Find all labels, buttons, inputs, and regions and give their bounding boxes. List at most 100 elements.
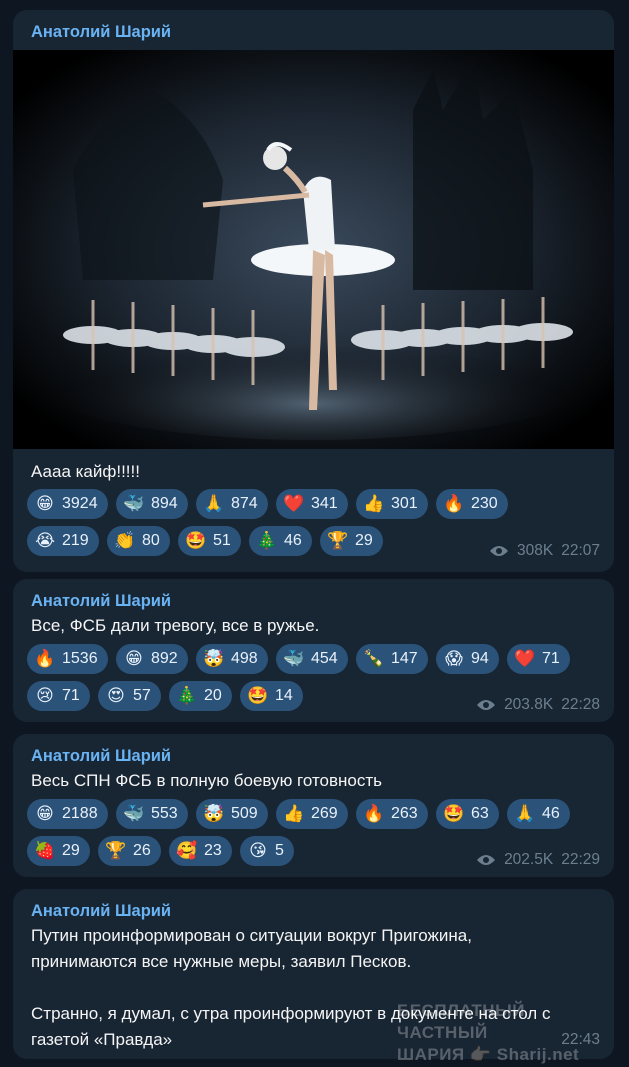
views-count: 202.5K — [504, 851, 554, 868]
reaction-whale[interactable]: 🐳 454 — [276, 644, 348, 674]
reaction-count: 301 — [391, 495, 418, 512]
crying-icon: 😭 — [35, 531, 55, 550]
fire-icon: 🔥 — [443, 494, 465, 513]
whale-icon: 🐳 — [123, 494, 145, 513]
watermark-line-1: БЕСПЛАТНЫЙ ЧАСТНЫЙ — [397, 1001, 525, 1042]
reaction-heart[interactable]: ❤️ 71 — [507, 644, 570, 674]
reaction-count: 94 — [471, 650, 489, 667]
reaction-pray[interactable]: 🙏 874 — [196, 489, 268, 519]
reaction-mind-blown[interactable]: 🤯 498 — [196, 644, 268, 674]
message-meta: 308K 22:07 — [489, 542, 600, 560]
reaction-crying[interactable]: 😭 219 — [27, 526, 99, 556]
grin-icon: 😁 — [125, 649, 143, 668]
clap-icon: 👏 — [114, 531, 136, 550]
reaction-star-struck[interactable]: 🤩 51 — [178, 526, 241, 556]
reaction-whale[interactable]: 🐳 894 — [116, 489, 188, 519]
thumbs-up-icon: 👍 — [283, 804, 305, 823]
ballet-photo[interactable] — [13, 50, 614, 449]
reaction-trophy[interactable]: 🏆 29 — [320, 526, 383, 556]
reaction-count: 23 — [204, 842, 222, 859]
reaction-count: 498 — [231, 650, 258, 667]
tree-icon: 🎄 — [176, 686, 198, 705]
message-time: 22:28 — [561, 696, 600, 713]
message-author[interactable]: Анатолий Шарий — [31, 23, 171, 42]
views-eye-icon — [490, 546, 508, 556]
kiss-icon: 😘 — [249, 841, 267, 860]
reaction-count: 341 — [311, 495, 338, 512]
fire-icon: 🔥 — [363, 804, 385, 823]
champagne-icon: 🍾 — [363, 649, 385, 668]
reaction-count: 1536 — [62, 650, 98, 667]
reaction-heart-eyes[interactable]: 😍 57 — [98, 681, 161, 711]
reaction-count: 892 — [151, 650, 178, 667]
reaction-count: 874 — [231, 495, 258, 512]
message-author[interactable]: Анатолий Шарий — [31, 747, 171, 766]
whale-icon: 🐳 — [123, 804, 145, 823]
swan-lake-image — [13, 50, 614, 449]
reaction-clap[interactable]: 👏 80 — [107, 526, 170, 556]
reaction-tree[interactable]: 🎄 20 — [169, 681, 232, 711]
trophy-icon: 🏆 — [327, 531, 349, 550]
reaction-tree[interactable]: 🎄 46 — [249, 526, 312, 556]
pray-icon: 🙏 — [514, 804, 536, 823]
message-time: 22:07 — [561, 542, 600, 559]
star-struck-icon: 🤩 — [443, 804, 465, 823]
reaction-kiss[interactable]: 😘 5 — [240, 836, 294, 866]
heart-eyes-icon: 😍 — [107, 686, 125, 705]
grin-icon: 😁 — [36, 494, 54, 513]
views-eye-icon — [477, 700, 496, 710]
reaction-count: 51 — [213, 532, 231, 549]
reaction-trophy[interactable]: 🏆 26 — [98, 836, 161, 866]
reaction-count: 29 — [355, 532, 373, 549]
mind-blown-icon: 🤯 — [203, 804, 225, 823]
views-count: 203.8K — [504, 696, 554, 713]
reaction-count: 454 — [311, 650, 338, 667]
reaction-star-struck[interactable]: 🤩 14 — [240, 681, 303, 711]
reaction-grin[interactable]: 😁 892 — [116, 644, 188, 674]
reaction-count: 269 — [311, 805, 338, 822]
reaction-fire[interactable]: 🔥 1536 — [27, 644, 108, 674]
heart-icon: ❤️ — [283, 494, 305, 513]
reaction-strawberry[interactable]: 🍓 29 — [27, 836, 90, 866]
reaction-count: 29 — [62, 842, 80, 859]
star-struck-icon: 🤩 — [247, 686, 269, 705]
whale-icon: 🐳 — [283, 649, 305, 668]
reaction-fire[interactable]: 🔥 230 — [436, 489, 508, 519]
reaction-count: 20 — [204, 687, 222, 704]
watermark-line-2: ШАРИЯ 👉🏻 Sharij.net — [397, 1045, 580, 1064]
tree-icon: 🎄 — [256, 531, 278, 550]
reaction-star-struck[interactable]: 🤩 63 — [436, 799, 499, 829]
reaction-count: 71 — [542, 650, 560, 667]
reaction-grin[interactable]: 😁 2188 — [27, 799, 108, 829]
reaction-count: 80 — [142, 532, 160, 549]
reaction-count: 71 — [62, 687, 80, 704]
reaction-smiling-hearts[interactable]: 🥰 23 — [169, 836, 232, 866]
grin-icon: 😁 — [36, 804, 54, 823]
reaction-grin[interactable]: 😁 3924 — [27, 489, 108, 519]
reaction-count: 57 — [133, 687, 151, 704]
reaction-count: 14 — [275, 687, 293, 704]
message-author[interactable]: Анатолий Шарий — [31, 592, 171, 611]
message-author[interactable]: Анатолий Шарий — [31, 902, 171, 921]
reaction-thumbs-up[interactable]: 👍 301 — [356, 489, 428, 519]
reaction-whale[interactable]: 🐳 553 — [116, 799, 188, 829]
reaction-fire[interactable]: 🔥 263 — [356, 799, 428, 829]
scream-icon: 😱 — [445, 649, 463, 668]
reaction-count: 894 — [151, 495, 178, 512]
reaction-heart[interactable]: ❤️ 341 — [276, 489, 348, 519]
views-count: 308K — [517, 542, 554, 559]
reaction-champagne[interactable]: 🍾 147 — [356, 644, 428, 674]
reaction-thumbs-up[interactable]: 👍 269 — [276, 799, 348, 829]
message-3[interactable]: Анатолий Шарий Весь СПН ФСБ в полную бое… — [13, 734, 614, 877]
message-text: Аааа кайф!!!!! — [31, 462, 140, 481]
trophy-icon: 🏆 — [105, 841, 127, 860]
message-1[interactable]: Анатолий Шарий Аааа кайф!!!!! 😁 3924 🐳 8… — [13, 10, 614, 572]
reaction-scream[interactable]: 😱 94 — [436, 644, 499, 674]
reaction-pray[interactable]: 🙏 46 — [507, 799, 570, 829]
message-2[interactable]: Анатолий Шарий Все, ФСБ дали тревогу, вс… — [13, 579, 614, 722]
reaction-mind-blown[interactable]: 🤯 509 — [196, 799, 268, 829]
reaction-sad[interactable]: 😢 71 — [27, 681, 90, 711]
reaction-count: 2188 — [62, 805, 98, 822]
message-meta: 203.8K 22:28 — [476, 696, 600, 714]
sad-icon: 😢 — [36, 686, 54, 705]
